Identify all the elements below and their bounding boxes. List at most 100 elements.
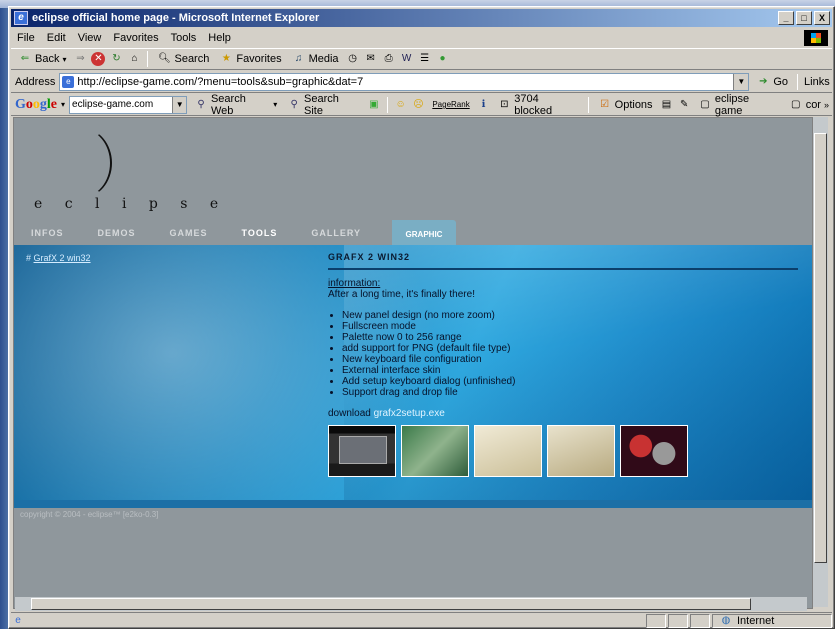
title-bar[interactable]: e eclipse official home page - Microsoft… bbox=[11, 9, 832, 27]
nav-gallery[interactable]: GALLERY bbox=[294, 228, 378, 238]
close-button[interactable]: X bbox=[814, 11, 830, 25]
grafx2-link[interactable]: GrafX 2 win32 bbox=[34, 253, 91, 263]
google-query-text: eclipse-game.com bbox=[72, 98, 154, 110]
edit-icon[interactable]: W bbox=[400, 52, 414, 66]
info-text: After a long time, it's finally there! bbox=[328, 289, 475, 300]
google-logo[interactable]: Google bbox=[15, 97, 57, 113]
menu-favorites[interactable]: Favorites bbox=[107, 32, 164, 44]
status-bar: e ◍ Internet bbox=[11, 612, 832, 628]
screenshot-thumbnail[interactable] bbox=[401, 425, 469, 477]
popup-blocker-button[interactable]: ⊡ 3704 blocked bbox=[494, 93, 581, 117]
nav-infos[interactable]: INFOS bbox=[14, 228, 81, 238]
content-panel: # GrafX 2 win32 GRAFX 2 WIN32 informatio… bbox=[14, 245, 812, 500]
ie-icon: e bbox=[14, 11, 28, 25]
globe-icon: ◍ bbox=[721, 614, 731, 626]
address-dropdown-icon[interactable]: ▼ bbox=[733, 73, 749, 90]
minimize-button[interactable]: _ bbox=[778, 11, 794, 25]
feature-list: New panel design (no more zoom) Fullscre… bbox=[328, 310, 798, 398]
google-dropdown-icon[interactable]: ▼ bbox=[172, 96, 187, 113]
options-label: Options bbox=[614, 98, 653, 111]
search-site-button[interactable]: ⚲ Search Site bbox=[284, 93, 363, 117]
nav-demos[interactable]: DEMOS bbox=[81, 228, 153, 238]
refresh-icon[interactable]: ↻ bbox=[109, 52, 123, 66]
menu-edit[interactable]: Edit bbox=[41, 32, 72, 44]
go-label: Go bbox=[773, 75, 789, 88]
discuss-icon[interactable]: ☰ bbox=[418, 52, 432, 66]
menu-view[interactable]: View bbox=[72, 32, 108, 44]
vertical-scrollbar[interactable] bbox=[813, 117, 828, 607]
menu-file[interactable]: File bbox=[11, 32, 41, 44]
vertical-scroll-thumb[interactable] bbox=[814, 133, 827, 563]
stop-icon[interactable]: ✕ bbox=[91, 52, 106, 66]
go-button[interactable]: ➔ Go bbox=[753, 75, 791, 89]
home-icon[interactable]: ⌂ bbox=[127, 52, 141, 66]
messenger-icon[interactable]: ● bbox=[436, 52, 450, 66]
horizontal-scroll-thumb[interactable] bbox=[31, 598, 751, 610]
eclipse-game-button[interactable]: ▢ eclipse game bbox=[695, 93, 782, 117]
nav-games[interactable]: GAMES bbox=[153, 228, 225, 238]
back-button[interactable]: ⇐ Back ▾ bbox=[15, 52, 69, 66]
links-button[interactable]: Links bbox=[804, 76, 830, 88]
address-url: http://eclipse-game.com/?menu=tools&sub=… bbox=[77, 75, 364, 88]
google-separator bbox=[386, 96, 388, 113]
panel-footer-band bbox=[14, 500, 812, 508]
truncated-term-button[interactable]: ▢ cor » bbox=[786, 98, 832, 112]
screenshot-thumbnails bbox=[328, 425, 798, 477]
article-heading: GRAFX 2 WIN32 bbox=[328, 252, 798, 270]
popup-blocker-icon: ⊡ bbox=[500, 98, 509, 110]
feature-item: Add setup keyboard dialog (unfinished) bbox=[342, 376, 798, 387]
back-label: Back bbox=[35, 53, 60, 65]
options-button[interactable]: ☑ Options bbox=[595, 98, 656, 112]
print-icon[interactable]: ⎙ bbox=[382, 52, 396, 66]
nav-tools[interactable]: TOOLS bbox=[225, 228, 295, 238]
go-arrow-icon: ➔ bbox=[759, 75, 768, 87]
toolbar-separator bbox=[147, 51, 149, 67]
history-icon[interactable]: ◷ bbox=[346, 52, 360, 66]
horizontal-scrollbar[interactable] bbox=[15, 597, 807, 611]
download-label: download bbox=[328, 408, 371, 419]
search-label: Search bbox=[174, 53, 210, 65]
page-viewport: e c l i p s e INFOS DEMOS GAMES TOOLS GA… bbox=[13, 117, 813, 609]
status-cell bbox=[690, 613, 710, 628]
address-label: Address bbox=[15, 75, 56, 88]
media-icon: ♫ bbox=[294, 53, 303, 64]
favorites-button[interactable]: ★ Favorites bbox=[216, 52, 284, 66]
screenshot-thumbnail[interactable] bbox=[474, 425, 542, 477]
forward-arrow-icon[interactable]: ⇒ bbox=[73, 52, 87, 66]
search-term-icon: ▢ bbox=[700, 98, 710, 110]
menu-tools[interactable]: Tools bbox=[165, 32, 203, 44]
eclipse-game-label: eclipse game bbox=[714, 92, 750, 117]
search-term-icon-2: ▢ bbox=[790, 98, 801, 110]
feature-item: Fullscreen mode bbox=[342, 321, 798, 332]
screenshot-thumbnail[interactable] bbox=[620, 425, 688, 477]
google-search-input[interactable]: eclipse-game.com ▼ bbox=[69, 95, 188, 114]
maximize-button[interactable]: □ bbox=[796, 11, 812, 25]
links-separator bbox=[797, 73, 799, 90]
news-icon[interactable]: ▣ bbox=[367, 98, 381, 112]
feature-item: External interface skin bbox=[342, 365, 798, 376]
eclipse-logo-text[interactable]: e c l i p s e bbox=[34, 196, 227, 212]
screenshot-thumbnail[interactable] bbox=[547, 425, 615, 477]
address-input[interactable]: e http://eclipse-game.com/?menu=tools&su… bbox=[59, 72, 750, 91]
frown-icon[interactable]: ☹ bbox=[412, 98, 426, 112]
google-menu-chevron-icon[interactable]: ▾ bbox=[61, 100, 65, 109]
mail-icon[interactable]: ✉ bbox=[364, 52, 378, 66]
search-web-button[interactable]: ⚲ Search Web ▾ bbox=[191, 93, 280, 117]
menu-help[interactable]: Help bbox=[202, 32, 237, 44]
screenshot-thumbnail[interactable] bbox=[328, 425, 396, 477]
feature-item: add support for PNG (default file type) bbox=[342, 343, 798, 354]
article: GRAFX 2 WIN32 information: After a long … bbox=[328, 252, 798, 477]
smiley-icon[interactable]: ☺ bbox=[394, 98, 408, 112]
highlight-icon[interactable]: ▤ bbox=[660, 98, 674, 112]
pagerank-indicator[interactable]: PageRank bbox=[429, 100, 472, 109]
search-button[interactable]: 🔍︎ Search bbox=[154, 52, 212, 66]
search-icon: 🔍︎ bbox=[158, 53, 171, 64]
feature-item: Support drag and drop file bbox=[342, 387, 798, 398]
side-link-bullet: # bbox=[26, 253, 32, 263]
pagerank-label: PageRank bbox=[432, 100, 470, 109]
pencil-icon[interactable]: ✎ bbox=[677, 98, 691, 112]
download-link[interactable]: grafx2setup.exe bbox=[374, 408, 445, 419]
options-icon: ☑ bbox=[600, 98, 610, 110]
media-button[interactable]: ♫ Media bbox=[289, 52, 342, 66]
info-icon[interactable]: ℹ bbox=[477, 98, 491, 112]
